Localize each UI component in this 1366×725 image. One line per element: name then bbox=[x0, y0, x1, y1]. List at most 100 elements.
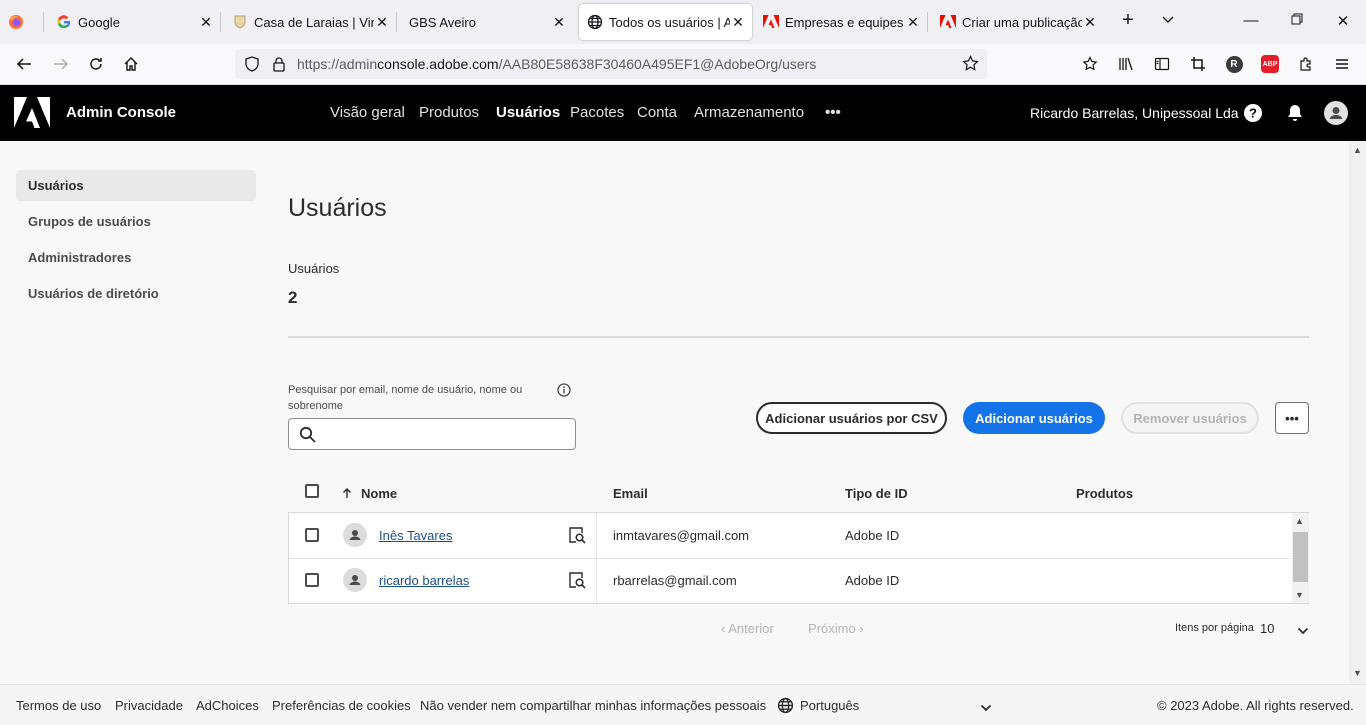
pocket-save-button[interactable] bbox=[1080, 54, 1100, 74]
footer-link-privacy[interactable]: Privacidade bbox=[115, 698, 183, 713]
add-users-by-csv-button[interactable]: Adicionar usuários por CSV bbox=[756, 402, 947, 434]
globe-icon bbox=[587, 14, 603, 30]
sidebar-button[interactable] bbox=[1152, 54, 1172, 74]
previous-page-button[interactable]: ‹ Anterior bbox=[721, 621, 774, 636]
url-text[interactable]: https://adminconsole.adobe.com/AAB80E586… bbox=[297, 56, 816, 72]
tab-empresas-e-equipes[interactable]: Empresas e equipes | E ✕ bbox=[763, 4, 921, 40]
row-checkbox[interactable] bbox=[305, 573, 319, 587]
more-actions-button[interactable]: ••• bbox=[1275, 402, 1309, 434]
remove-users-button[interactable]: Remover usuários bbox=[1121, 402, 1259, 434]
tab-firefox-view[interactable] bbox=[8, 4, 36, 40]
language-selector[interactable]: Português bbox=[800, 698, 859, 713]
org-switcher[interactable]: Ricardo Barrelas, Unipessoal Lda bbox=[1030, 105, 1239, 121]
home-button[interactable] bbox=[121, 54, 141, 74]
reload-icon bbox=[90, 58, 102, 70]
user-details-search-icon[interactable] bbox=[568, 526, 586, 549]
list-all-tabs-button[interactable] bbox=[1158, 12, 1178, 30]
user-name-link[interactable]: ricardo barrelas bbox=[379, 573, 469, 588]
adblock-plus-icon: ABP bbox=[1261, 55, 1279, 73]
restore-button[interactable] bbox=[1287, 12, 1307, 29]
close-window-button[interactable]: ✕ bbox=[1333, 12, 1353, 30]
add-users-button[interactable]: Adicionar usuários bbox=[963, 402, 1105, 434]
help-icon[interactable]: ? bbox=[1243, 103, 1263, 123]
user-details-search-icon[interactable] bbox=[568, 571, 586, 594]
close-tab-icon[interactable]: ✕ bbox=[1082, 14, 1098, 31]
tab-gbs-aveiro[interactable]: GBS Aveiro ✕ bbox=[409, 4, 567, 40]
table-row[interactable]: Inês Tavares inmtavares@gmail.com Adobe … bbox=[289, 513, 1291, 558]
tab-casa-de-laraias[interactable]: Casa de Laraias | Vinho ✕ bbox=[232, 4, 390, 40]
minimize-button[interactable]: — bbox=[1241, 12, 1261, 29]
close-tab-icon[interactable]: ✕ bbox=[905, 14, 921, 31]
scroll-down-arrow-icon[interactable]: ▼ bbox=[1295, 590, 1304, 600]
lock-icon[interactable] bbox=[272, 56, 286, 77]
scroll-down-arrow-icon[interactable]: ▼ bbox=[1353, 668, 1362, 678]
section-divider bbox=[288, 336, 1309, 338]
language-chevron-down-icon[interactable] bbox=[980, 700, 992, 718]
items-per-page-select[interactable]: 10 bbox=[1260, 621, 1274, 636]
footer-link-do-not-sell[interactable]: Não vender nem compartilhar minhas infor… bbox=[420, 698, 766, 713]
nav-armazenamento[interactable]: Armazenamento bbox=[694, 104, 804, 121]
next-page-button[interactable]: Próximo › bbox=[808, 621, 864, 636]
info-icon[interactable] bbox=[557, 383, 571, 402]
globe-icon[interactable] bbox=[777, 697, 794, 719]
screenshot-button[interactable] bbox=[1188, 54, 1208, 74]
footer-link-terms[interactable]: Termos de uso bbox=[16, 698, 101, 713]
new-tab-button[interactable]: + bbox=[1118, 9, 1138, 32]
nav-produtos[interactable]: Produtos bbox=[419, 104, 479, 121]
sort-ascending-arrow-icon[interactable] bbox=[342, 486, 352, 504]
user-name-link[interactable]: Inês Tavares bbox=[379, 528, 452, 543]
footer-link-adchoices[interactable]: AdChoices bbox=[196, 698, 259, 713]
tab-todos-os-usuarios[interactable]: Todos os usuários | Ad ✕ bbox=[579, 4, 752, 40]
star-list-icon bbox=[1082, 56, 1098, 71]
user-id-type: Adobe ID bbox=[845, 528, 900, 543]
column-header-name[interactable]: Nome bbox=[361, 486, 397, 501]
page-scrollbar[interactable]: ▲ ▼ bbox=[1349, 141, 1366, 684]
url-bar[interactable]: https://adminconsole.adobe.com/AAB80E586… bbox=[235, 49, 987, 79]
tab-criar-uma-publicacao[interactable]: Criar uma publicação ✕ bbox=[940, 4, 1098, 40]
nav-visao-geral[interactable]: Visão geral bbox=[330, 104, 405, 121]
nav-usuarios[interactable]: Usuários bbox=[496, 104, 560, 121]
chevron-down-icon bbox=[1162, 16, 1174, 23]
sidebar-item-usuarios[interactable]: Usuários bbox=[16, 170, 256, 201]
close-tab-icon[interactable]: ✕ bbox=[551, 14, 567, 31]
scroll-up-arrow-icon[interactable]: ▲ bbox=[1353, 145, 1362, 155]
sidebar-item-usuarios-de-diretorio[interactable]: Usuários de diretório bbox=[16, 278, 256, 309]
items-per-page-label: Itens por página bbox=[1175, 622, 1254, 634]
bookmark-star-icon[interactable] bbox=[962, 55, 979, 77]
scroll-up-arrow-icon[interactable]: ▲ bbox=[1295, 516, 1304, 526]
nav-pacotes[interactable]: Pacotes bbox=[570, 104, 624, 121]
avatar[interactable] bbox=[1324, 101, 1348, 125]
table-row[interactable]: ricardo barrelas rbarrelas@gmail.com Ado… bbox=[289, 559, 1291, 604]
adblock-plus-button[interactable]: ABP bbox=[1260, 54, 1280, 74]
close-tab-icon[interactable]: ✕ bbox=[374, 14, 390, 31]
search-icon bbox=[299, 426, 316, 448]
app-title[interactable]: Admin Console bbox=[66, 104, 176, 121]
reload-button[interactable] bbox=[86, 54, 106, 74]
extension-r-button[interactable]: R bbox=[1224, 54, 1244, 74]
library-button[interactable] bbox=[1116, 54, 1136, 74]
close-tab-icon[interactable]: ✕ bbox=[198, 14, 214, 31]
select-all-checkbox[interactable] bbox=[305, 484, 319, 498]
search-field[interactable] bbox=[288, 418, 576, 450]
extensions-button[interactable] bbox=[1296, 54, 1316, 74]
app-menu-button[interactable] bbox=[1332, 54, 1352, 74]
chevron-down-icon[interactable] bbox=[1297, 623, 1309, 641]
search-input[interactable] bbox=[323, 423, 568, 445]
nav-more-button[interactable]: ••• bbox=[825, 104, 841, 121]
table-scrollbar[interactable]: ▲ ▼ bbox=[1292, 513, 1309, 603]
row-checkbox[interactable] bbox=[305, 528, 319, 542]
close-tab-icon[interactable]: ✕ bbox=[730, 14, 746, 31]
footer-link-cookie-preferences[interactable]: Preferências de cookies bbox=[272, 698, 411, 713]
adobe-logo-icon[interactable] bbox=[14, 97, 50, 134]
scrollbar-thumb[interactable] bbox=[1293, 532, 1308, 582]
sidebar-item-grupos-de-usuarios[interactable]: Grupos de usuários bbox=[16, 206, 256, 237]
sidebar-icon bbox=[1154, 57, 1170, 71]
copyright-text: © 2023 Adobe. All rights reserved. bbox=[1157, 698, 1354, 713]
bell-icon[interactable] bbox=[1285, 103, 1305, 123]
tab-google[interactable]: Google ✕ bbox=[56, 4, 214, 40]
tracking-protection-shield-icon[interactable] bbox=[244, 56, 260, 77]
sidebar-item-administradores[interactable]: Administradores bbox=[16, 242, 256, 273]
nav-conta[interactable]: Conta bbox=[637, 104, 677, 121]
back-button[interactable] bbox=[14, 54, 34, 74]
forward-button[interactable] bbox=[51, 54, 71, 74]
